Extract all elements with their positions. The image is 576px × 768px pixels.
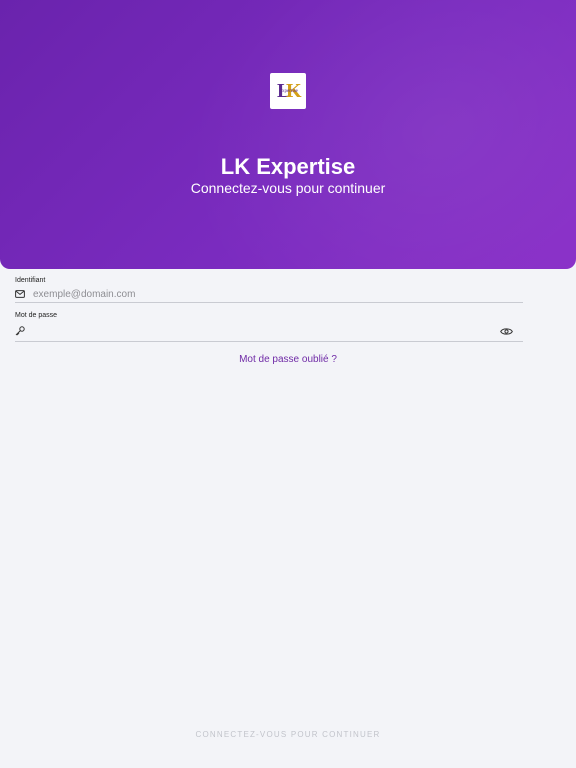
key-icon bbox=[15, 325, 27, 337]
forgot-password-link[interactable]: Mot de passe oublié ? bbox=[0, 354, 576, 365]
password-field: Mot de passe bbox=[15, 312, 523, 342]
header-banner: L K Expertise LK Expertise Connectez-vou… bbox=[0, 0, 576, 269]
header-sheen bbox=[123, 0, 576, 269]
logo-mark: L K Expertise bbox=[277, 80, 302, 102]
eye-icon[interactable] bbox=[499, 325, 513, 337]
submit-button[interactable]: CONNECTEZ-VOUS POUR CONTINUER bbox=[0, 730, 576, 739]
identifier-input[interactable] bbox=[33, 287, 523, 301]
identifier-field: Identifiant bbox=[15, 277, 523, 303]
logo-word: Expertise bbox=[279, 89, 298, 94]
identifier-row bbox=[15, 286, 523, 302]
identifier-label: Identifiant bbox=[15, 277, 46, 284]
password-row bbox=[15, 321, 523, 341]
password-label: Mot de passe bbox=[15, 312, 58, 319]
page-subtitle: Connectez-vous pour continuer bbox=[190, 180, 386, 196]
mail-icon bbox=[15, 288, 27, 300]
password-input[interactable] bbox=[33, 324, 499, 338]
app-logo: L K Expertise bbox=[270, 73, 306, 109]
page-title: LK Expertise bbox=[220, 154, 356, 179]
